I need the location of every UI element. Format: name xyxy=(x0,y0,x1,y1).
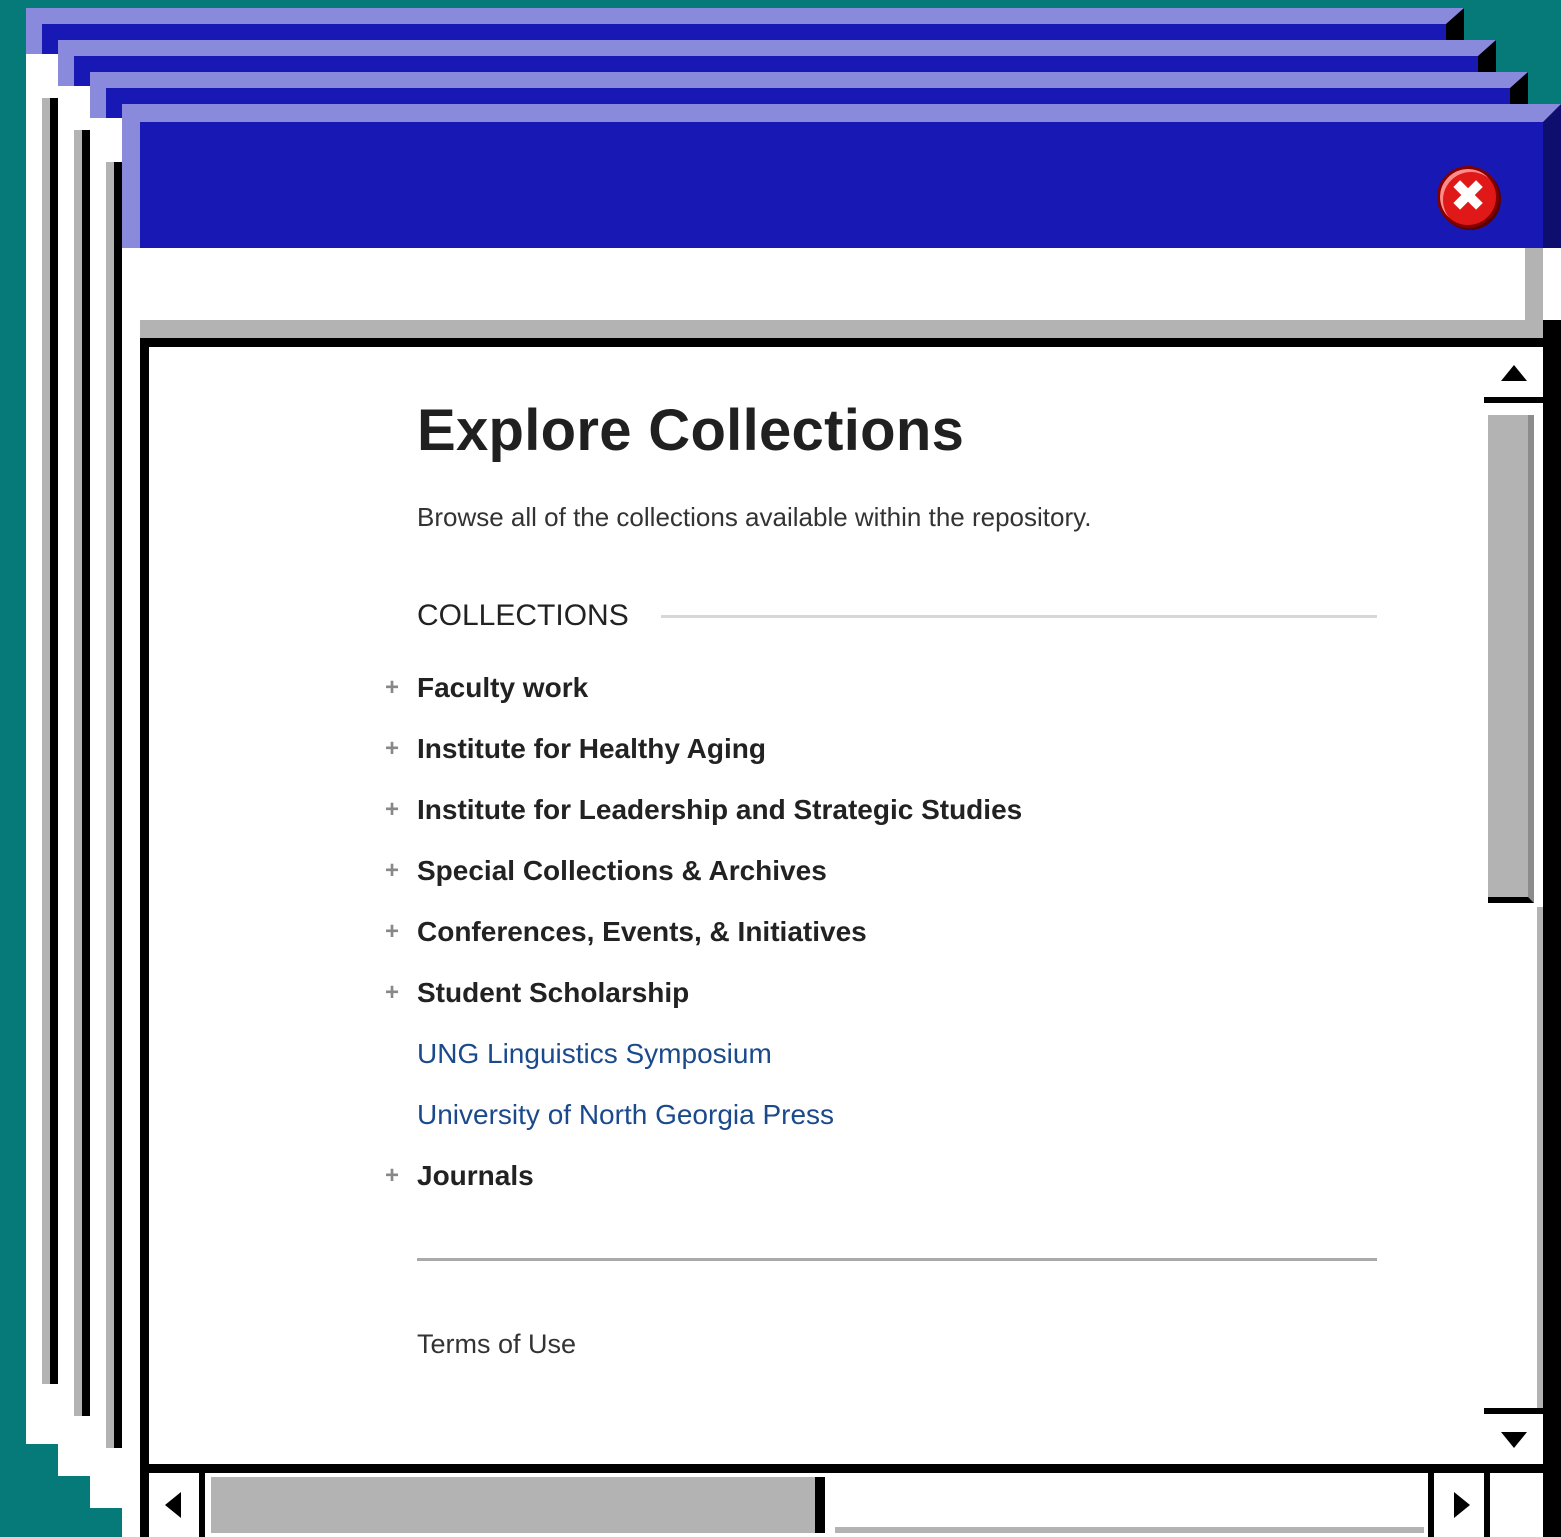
horizontal-scrollbar[interactable] xyxy=(140,1464,1484,1537)
plus-icon[interactable]: + xyxy=(385,901,399,962)
collection-item-faculty-work[interactable]: + Faculty work xyxy=(385,657,1377,718)
collection-label[interactable]: Conferences, Events, & Initiatives xyxy=(417,916,867,947)
collection-label[interactable]: Faculty work xyxy=(417,672,588,703)
window-right-border xyxy=(1543,320,1561,1537)
collections-section-header: COLLECTIONS xyxy=(417,599,1377,633)
arrow-up-icon xyxy=(1501,365,1527,381)
collection-item-healthy-aging[interactable]: + Institute for Healthy Aging xyxy=(385,718,1377,779)
collection-item-special-collections[interactable]: + Special Collections & Archives xyxy=(385,840,1377,901)
arrow-right-icon xyxy=(1454,1492,1470,1518)
collection-item-student-scholarship[interactable]: + Student Scholarship xyxy=(385,962,1377,1023)
close-icon: ✖ xyxy=(1449,171,1487,222)
plus-icon[interactable]: + xyxy=(385,657,399,718)
scroll-left-button[interactable] xyxy=(149,1473,205,1537)
horizontal-scroll-track[interactable] xyxy=(835,1477,1424,1533)
section-label: COLLECTIONS xyxy=(417,599,629,632)
collection-label[interactable]: University of North Georgia Press xyxy=(417,1099,834,1130)
terms-of-use-link[interactable]: Terms of Use xyxy=(417,1329,1377,1360)
vertical-scroll-track[interactable] xyxy=(1484,907,1543,1408)
collection-label[interactable]: Student Scholarship xyxy=(417,977,689,1008)
page-content: Explore Collections Browse all of the co… xyxy=(385,397,1377,1360)
scroll-down-button[interactable] xyxy=(1484,1408,1543,1464)
scrollbar-corner xyxy=(1484,1464,1543,1537)
main-window: ✖ Explore Collections Browse all of the … xyxy=(122,104,1561,1537)
content-viewport: Explore Collections Browse all of the co… xyxy=(140,338,1484,1464)
horizontal-scroll-thumb[interactable] xyxy=(211,1477,825,1533)
arrow-down-icon xyxy=(1501,1432,1527,1448)
collection-label[interactable]: Special Collections & Archives xyxy=(417,855,827,886)
close-button[interactable]: ✖ xyxy=(1437,166,1499,228)
plus-icon[interactable]: + xyxy=(385,718,399,779)
plus-icon[interactable]: + xyxy=(385,962,399,1023)
collection-item-leadership[interactable]: + Institute for Leadership and Strategic… xyxy=(385,779,1377,840)
footer-divider xyxy=(417,1258,1377,1261)
collection-link-ung-press[interactable]: University of North Georgia Press xyxy=(417,1084,1377,1145)
scroll-up-button[interactable] xyxy=(1484,347,1543,403)
page-subtitle: Browse all of the collections available … xyxy=(417,502,1092,532)
collection-link-linguistics-symposium[interactable]: UNG Linguistics Symposium xyxy=(417,1023,1377,1084)
menu-strip xyxy=(140,248,1543,320)
collection-item-journals[interactable]: + Journals xyxy=(385,1145,1377,1206)
plus-icon[interactable]: + xyxy=(385,1145,399,1206)
vertical-scroll-thumb[interactable] xyxy=(1488,415,1534,903)
section-divider xyxy=(660,614,1377,618)
collection-label[interactable]: Journals xyxy=(417,1160,534,1191)
arrow-left-icon xyxy=(165,1492,181,1518)
vertical-scrollbar[interactable] xyxy=(1484,338,1543,1464)
page-title: Explore Collections xyxy=(417,398,965,463)
collection-item-conferences[interactable]: + Conferences, Events, & Initiatives xyxy=(385,901,1377,962)
plus-icon[interactable]: + xyxy=(385,779,399,840)
title-bar[interactable]: ✖ xyxy=(122,104,1561,248)
scroll-right-button[interactable] xyxy=(1428,1473,1484,1537)
collection-label[interactable]: Institute for Healthy Aging xyxy=(417,733,766,764)
collection-label[interactable]: Institute for Leadership and Strategic S… xyxy=(417,794,1022,825)
collections-list: + Faculty work + Institute for Healthy A… xyxy=(385,657,1377,1206)
frame-divider xyxy=(140,320,1561,338)
plus-icon[interactable]: + xyxy=(385,840,399,901)
collection-label[interactable]: UNG Linguistics Symposium xyxy=(417,1038,772,1069)
